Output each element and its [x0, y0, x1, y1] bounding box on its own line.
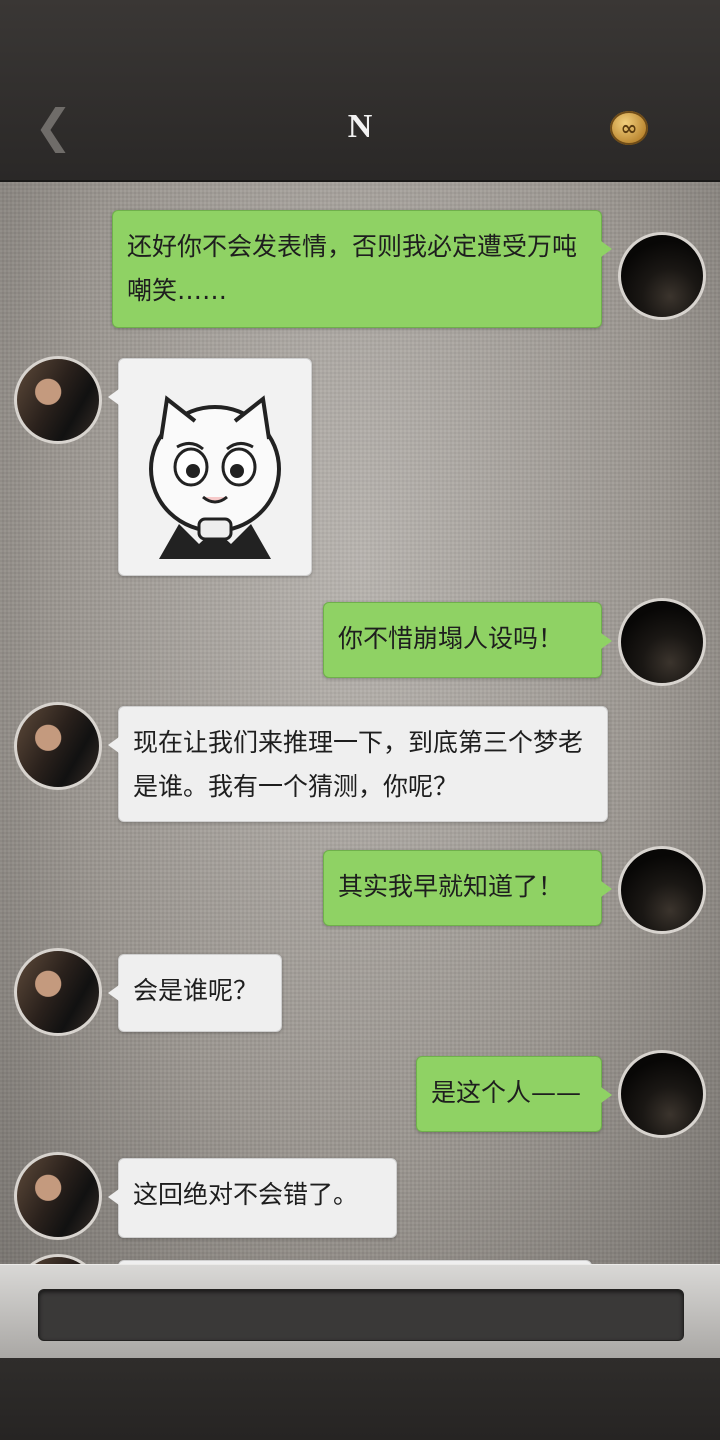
chat-area[interactable]: 还好你不会发表情，否则我必定遭受万吨嘲笑…… 你不惜崩塌人设吗！ 现在让我们来推…: [0, 182, 720, 1264]
message-text: 这回绝对不会错了。: [133, 1180, 359, 1209]
contact-avatar[interactable]: [14, 1254, 102, 1264]
incoming-message-bubble[interactable]: 现在让我们来推理一下，到底第三个梦老是谁。我有一个猜测，你呢？: [108, 706, 608, 822]
outgoing-message-bubble[interactable]: 是这个人——: [416, 1056, 612, 1132]
top-bar: ❮ N ∞: [0, 0, 720, 182]
composer-bar: [0, 1264, 720, 1359]
message-text: 是这个人——: [431, 1078, 582, 1107]
contact-avatar[interactable]: [14, 948, 102, 1036]
message-input[interactable]: [38, 1289, 684, 1341]
message-text: 其实我早就知道了！: [338, 872, 564, 901]
my-avatar[interactable]: [618, 232, 706, 320]
crying-cat-sticker-icon: [149, 395, 281, 559]
message-text: 现在让我们来推理一下，到底第三个梦老是谁。我有一个猜测，你呢？: [133, 728, 584, 801]
sticker-message[interactable]: [108, 358, 312, 576]
my-avatar[interactable]: [618, 1050, 706, 1138]
outgoing-message-bubble[interactable]: 其实我早就知道了！: [323, 850, 612, 926]
incoming-message-bubble[interactable]: 这回绝对不会错了。: [108, 1158, 397, 1238]
message-text: 你不惜崩塌人设吗！: [338, 624, 564, 653]
contact-avatar[interactable]: [14, 1152, 102, 1240]
outgoing-message-bubble[interactable]: 还好你不会发表情，否则我必定遭受万吨嘲笑……: [112, 210, 612, 328]
message-text: 会是谁呢？: [133, 976, 259, 1005]
contact-avatar[interactable]: [14, 702, 102, 790]
bottom-footer: [0, 1358, 720, 1440]
contact-avatar[interactable]: [14, 356, 102, 444]
my-avatar[interactable]: [618, 598, 706, 686]
outgoing-message-bubble[interactable]: 你不惜崩塌人设吗！: [323, 602, 612, 678]
message-text: 还好你不会发表情，否则我必定遭受万吨嘲笑……: [127, 232, 578, 305]
infinity-badge-icon[interactable]: ∞: [610, 111, 648, 145]
incoming-message-bubble[interactable]: 会是谁呢？: [108, 954, 282, 1032]
my-avatar[interactable]: [618, 846, 706, 934]
